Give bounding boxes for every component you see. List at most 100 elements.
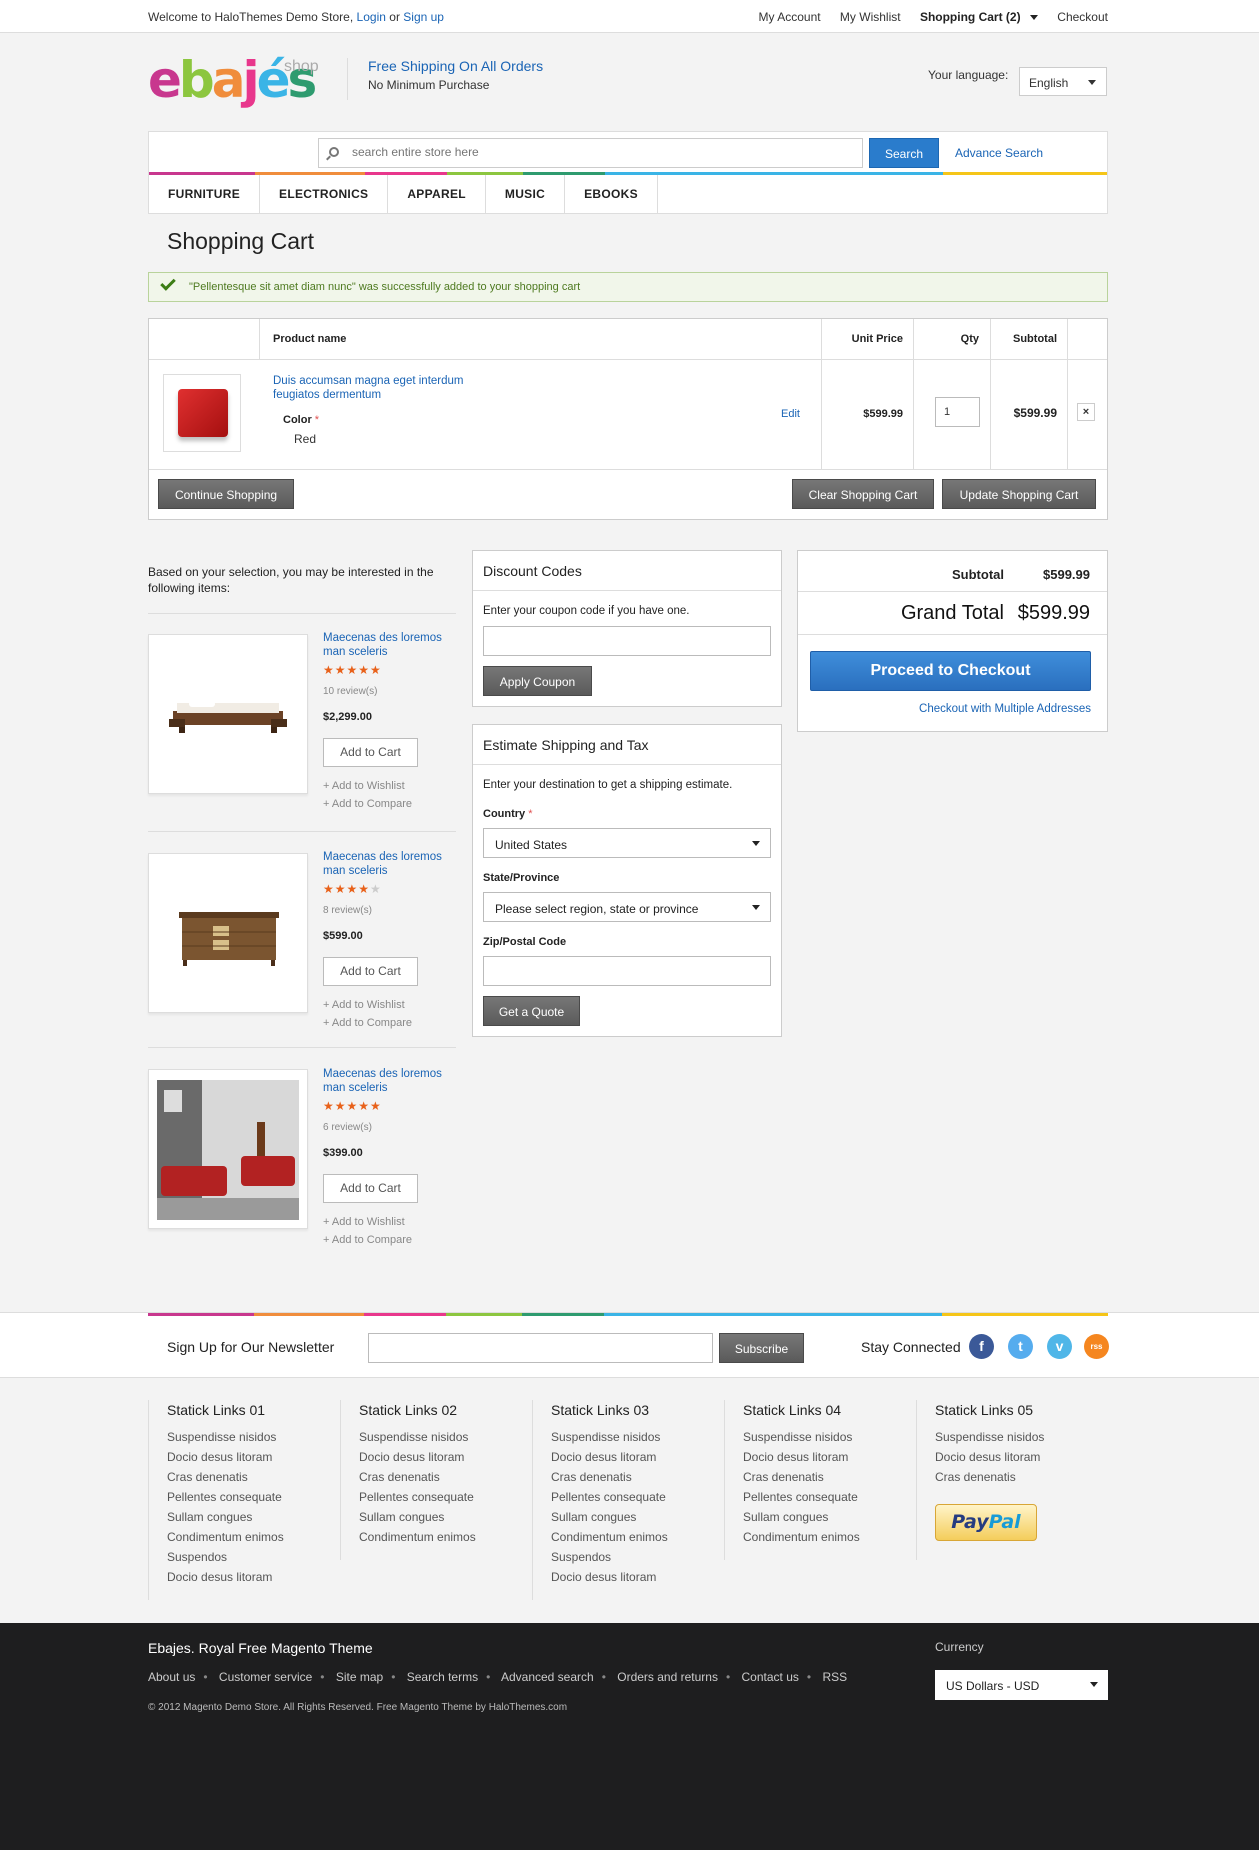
footer-link-site-map[interactable]: Site map: [336, 1670, 383, 1684]
shopping-cart-link[interactable]: Shopping Cart (2): [920, 10, 1038, 24]
footer-link[interactable]: Condimentum enimos: [359, 1530, 532, 1550]
footer-link[interactable]: Docio desus litoram: [551, 1570, 724, 1590]
signup-link[interactable]: Sign up: [403, 10, 444, 24]
facebook-icon[interactable]: f: [969, 1334, 994, 1359]
add-to-wishlist-link[interactable]: + Add to Wishlist: [323, 999, 405, 1011]
quantity-input[interactable]: 1: [935, 397, 980, 427]
add-to-wishlist-link[interactable]: + Add to Wishlist: [323, 1216, 405, 1228]
add-to-compare-link[interactable]: + Add to Compare: [323, 1017, 412, 1029]
crosssell-name-line2: man sceleris: [323, 646, 388, 658]
menu-item-apparel[interactable]: APPAREL: [388, 175, 486, 213]
add-to-cart-button[interactable]: Add to Cart: [323, 738, 418, 767]
country-select[interactable]: United States: [483, 828, 771, 858]
footer-link-search-terms[interactable]: Search terms: [407, 1670, 478, 1684]
proceed-to-checkout-button[interactable]: Proceed to Checkout: [810, 651, 1091, 691]
footer-link[interactable]: Suspendos: [167, 1550, 340, 1570]
newsletter-email-input[interactable]: [368, 1333, 713, 1363]
product-thumbnail[interactable]: [163, 374, 241, 452]
footer-link[interactable]: Docio desus litoram: [551, 1450, 724, 1470]
footer-link-advanced-search[interactable]: Advanced search: [501, 1670, 594, 1684]
logo[interactable]: ebajés shop: [148, 50, 319, 116]
language-select[interactable]: English: [1019, 67, 1107, 96]
product-name-link[interactable]: Duis accumsan magna eget interdum feugia…: [273, 374, 513, 402]
footer-link[interactable]: Suspendisse nisidos: [167, 1430, 340, 1450]
footer-link[interactable]: Cras denenatis: [935, 1470, 1108, 1490]
footer-link-contact[interactable]: Contact us: [742, 1670, 799, 1684]
footer-link[interactable]: Sullam congues: [551, 1510, 724, 1530]
footer-link[interactable]: Docio desus litoram: [743, 1450, 916, 1470]
currency-select[interactable]: US Dollars - USD: [935, 1670, 1108, 1700]
edit-link[interactable]: Edit: [781, 408, 800, 420]
add-to-wishlist-label: Add to Wishlist: [331, 1216, 405, 1228]
footer-link[interactable]: Sullam congues: [743, 1510, 916, 1530]
review-count[interactable]: 10 review(s): [323, 686, 377, 697]
footer-link[interactable]: Condimentum enimos: [551, 1530, 724, 1550]
menu-item-ebooks[interactable]: EBOOKS: [565, 175, 658, 213]
footer-link[interactable]: Cras denenatis: [359, 1470, 532, 1490]
clear-cart-button[interactable]: Clear Shopping Cart: [792, 479, 934, 509]
remove-item-button[interactable]: ×: [1077, 403, 1095, 421]
footer-link[interactable]: Docio desus litoram: [167, 1570, 340, 1590]
subscribe-button[interactable]: Subscribe: [719, 1333, 804, 1363]
footer-link[interactable]: Condimentum enimos: [167, 1530, 340, 1550]
menu-item-furniture[interactable]: FURNITURE: [149, 175, 261, 213]
add-to-compare-link[interactable]: + Add to Compare: [323, 798, 412, 810]
footer-link[interactable]: Docio desus litoram: [359, 1450, 532, 1470]
footer-link[interactable]: Pellentes consequate: [551, 1490, 724, 1510]
crosssell-image-sofa[interactable]: [148, 1069, 308, 1229]
add-to-cart-button[interactable]: Add to Cart: [323, 1174, 418, 1203]
rss-icon[interactable]: rss: [1084, 1334, 1109, 1359]
advance-search-link[interactable]: Advance Search: [955, 146, 1043, 160]
footer-link[interactable]: Sullam congues: [359, 1510, 532, 1530]
crosssell-name[interactable]: Maecenas des loremos man sceleris: [323, 1067, 463, 1095]
footer-link[interactable]: Pellentes consequate: [743, 1490, 916, 1510]
crosssell-name[interactable]: Maecenas des loremos man sceleris: [323, 631, 463, 659]
footer-link[interactable]: Cras denenatis: [743, 1470, 916, 1490]
search-input[interactable]: [352, 145, 832, 159]
footer-link[interactable]: Docio desus litoram: [935, 1450, 1108, 1470]
footer-link[interactable]: Docio desus litoram: [167, 1450, 340, 1470]
footer-link[interactable]: Cras denenatis: [167, 1470, 340, 1490]
footer-link[interactable]: Suspendisse nisidos: [743, 1430, 916, 1450]
add-to-compare-link[interactable]: + Add to Compare: [323, 1234, 412, 1246]
my-account-link[interactable]: My Account: [759, 10, 821, 24]
menu-item-music[interactable]: MUSIC: [486, 175, 566, 213]
twitter-icon[interactable]: t: [1008, 1334, 1033, 1359]
continue-shopping-button[interactable]: Continue Shopping: [158, 479, 294, 509]
search-button[interactable]: Search: [869, 138, 939, 168]
multiple-addresses-link[interactable]: Checkout with Multiple Addresses: [798, 703, 1091, 715]
footer-link-rss[interactable]: RSS: [822, 1670, 847, 1684]
vimeo-icon[interactable]: v: [1047, 1334, 1072, 1359]
review-count[interactable]: 8 review(s): [323, 905, 372, 916]
login-link[interactable]: Login: [357, 10, 386, 24]
checkout-link[interactable]: Checkout: [1057, 10, 1108, 24]
crosssell-image-dresser[interactable]: [148, 853, 308, 1013]
footer-link[interactable]: Suspendisse nisidos: [359, 1430, 532, 1450]
footer-link[interactable]: Cras denenatis: [551, 1470, 724, 1490]
footer-link[interactable]: Suspendisse nisidos: [551, 1430, 724, 1450]
footer-link[interactable]: Suspendisse nisidos: [935, 1430, 1108, 1450]
footer-link[interactable]: Sullam congues: [167, 1510, 340, 1530]
crosssell-image-bed[interactable]: [148, 634, 308, 794]
add-to-wishlist-link[interactable]: + Add to Wishlist: [323, 780, 405, 792]
update-cart-button[interactable]: Update Shopping Cart: [942, 479, 1096, 509]
coupon-input[interactable]: [483, 626, 771, 656]
product-price: $2,299.00: [323, 711, 372, 723]
footer-link[interactable]: Suspendos: [551, 1550, 724, 1570]
review-count[interactable]: 6 review(s): [323, 1122, 372, 1133]
footer-link[interactable]: Pellentes consequate: [359, 1490, 532, 1510]
footer-link-customer-service[interactable]: Customer service: [219, 1670, 312, 1684]
crosssell-name[interactable]: Maecenas des loremos man sceleris: [323, 850, 463, 878]
apply-coupon-button[interactable]: Apply Coupon: [483, 666, 592, 696]
state-select[interactable]: Please select region, state or province: [483, 892, 771, 922]
footer-link[interactable]: Condimentum enimos: [743, 1530, 916, 1550]
menu-item-electronics[interactable]: ELECTRONICS: [260, 175, 389, 213]
footer-link-orders-returns[interactable]: Orders and returns: [617, 1670, 718, 1684]
page-title: Shopping Cart: [167, 228, 315, 254]
footer-link-about[interactable]: About us: [148, 1670, 195, 1684]
add-to-cart-button[interactable]: Add to Cart: [323, 957, 418, 986]
get-quote-button[interactable]: Get a Quote: [483, 996, 580, 1026]
footer-link[interactable]: Pellentes consequate: [167, 1490, 340, 1510]
my-wishlist-link[interactable]: My Wishlist: [840, 10, 901, 24]
zip-input[interactable]: [483, 956, 771, 986]
